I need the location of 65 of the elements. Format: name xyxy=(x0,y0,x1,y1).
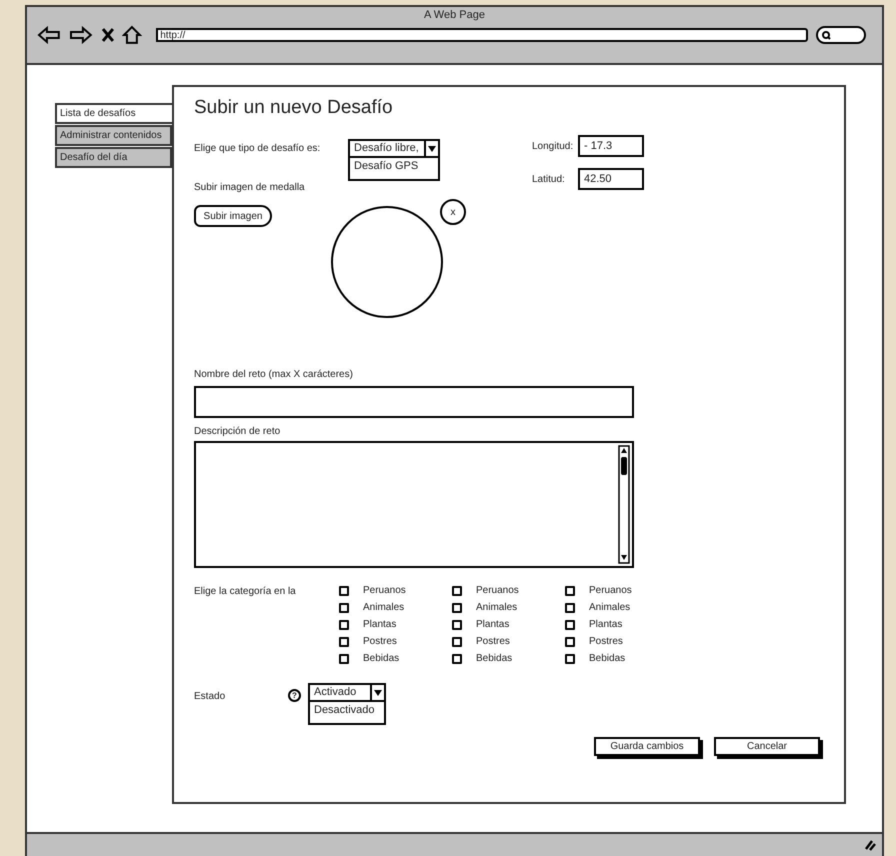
checkbox[interactable] xyxy=(565,620,575,630)
checkbox-label: Bebidas xyxy=(589,652,626,665)
type-label: Elige que tipo de desafío es: xyxy=(194,142,322,156)
close-icon[interactable] xyxy=(100,27,114,43)
description-field[interactable] xyxy=(194,441,634,568)
sidebar-tab[interactable]: Lista de desafíos xyxy=(55,103,172,124)
name-label: Nombre del reto (max X carácteres) xyxy=(194,368,354,382)
checkbox[interactable] xyxy=(452,602,462,612)
caret-icon xyxy=(428,146,436,152)
caret-icon xyxy=(374,690,382,696)
scrollbar-icon xyxy=(618,445,630,564)
checkbox-label: Postres xyxy=(589,635,623,648)
coordinate-label: Latitud: xyxy=(532,172,566,186)
dropdown-option[interactable]: Desactivado xyxy=(310,702,384,718)
checkbox-label: Animales xyxy=(363,601,404,614)
address-field[interactable]: http:// xyxy=(156,28,808,42)
checkbox-label: Animales xyxy=(476,601,518,614)
checkbox[interactable] xyxy=(565,602,575,612)
description-label: Descripción de reto xyxy=(194,425,282,439)
help-icon[interactable]: ? xyxy=(288,689,301,702)
home-icon[interactable] xyxy=(122,25,142,45)
forward-icon[interactable] xyxy=(68,26,93,44)
checkbox-label: Bebidas xyxy=(476,652,512,665)
search-field[interactable] xyxy=(816,26,866,44)
coordinate-label: Longitud: xyxy=(532,140,574,154)
checkbox-label: Plantas xyxy=(363,618,396,631)
dropdown-value: Desafío libre, xyxy=(353,141,420,156)
category-label: Elige la categoría en la xyxy=(194,585,297,599)
checkbox[interactable] xyxy=(565,636,575,646)
dropdown-option[interactable]: Desafío GPS xyxy=(350,158,438,174)
checkbox[interactable] xyxy=(452,636,462,646)
name-field[interactable] xyxy=(194,386,634,418)
form-title: Subir un nuevo Desafío xyxy=(194,96,394,120)
checkbox[interactable] xyxy=(339,620,349,630)
back-icon[interactable] xyxy=(37,26,61,44)
checkbox-label: Peruanos xyxy=(476,584,519,597)
checkbox[interactable] xyxy=(452,654,462,664)
checkbox-label: Plantas xyxy=(476,618,510,631)
checkbox-label: Bebidas xyxy=(363,652,400,665)
checkbox[interactable] xyxy=(452,620,462,630)
checkbox-label: Postres xyxy=(476,635,510,648)
checkbox-label: Plantas xyxy=(589,618,622,631)
checkbox-label: Peruanos xyxy=(363,584,406,597)
window-title: A Web Page xyxy=(423,8,486,23)
status-label: Estado xyxy=(194,690,226,704)
sidebar-tab[interactable]: Administrar contenidos xyxy=(55,125,172,146)
medal-label: Subir imagen de medalla xyxy=(194,181,305,195)
resize-grip-icon xyxy=(864,839,876,851)
checkbox-label: Peruanos xyxy=(589,584,632,597)
checkbox[interactable] xyxy=(339,586,349,596)
upload-image-button[interactable]: Subir imagen xyxy=(194,205,272,227)
dropdown-value: Activado xyxy=(313,685,358,700)
checkbox[interactable] xyxy=(339,602,349,612)
search-icon xyxy=(822,30,832,40)
remove-image-button[interactable]: x xyxy=(440,199,466,225)
checkbox[interactable] xyxy=(339,654,349,664)
checkbox[interactable] xyxy=(339,636,349,646)
checkbox-label: Animales xyxy=(589,601,630,614)
coordinate-field[interactable]: 42.50 xyxy=(578,168,644,190)
checkbox-label: Postres xyxy=(363,635,397,648)
checkbox[interactable] xyxy=(565,654,575,664)
checkbox[interactable] xyxy=(452,586,462,596)
coordinate-field[interactable]: - 17.3 xyxy=(578,135,644,157)
checkbox[interactable] xyxy=(565,586,575,596)
sidebar-tab[interactable]: Desafío del día xyxy=(55,147,172,168)
